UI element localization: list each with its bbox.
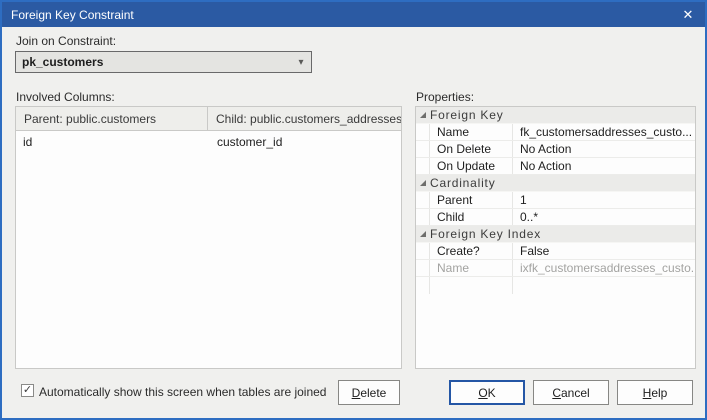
property-value[interactable]: No Action xyxy=(513,141,695,157)
property-group-foreign-key[interactable]: Foreign Key xyxy=(416,107,695,124)
join-on-constraint-label: Join on Constraint: xyxy=(16,34,116,48)
property-group-cardinality[interactable]: Cardinality xyxy=(416,175,695,192)
expander-icon[interactable] xyxy=(416,112,430,118)
parent-column-cell: id xyxy=(16,131,209,153)
property-key: On Delete xyxy=(430,141,513,157)
auto-show-checkbox[interactable]: ✓ xyxy=(21,384,34,397)
foreign-key-constraint-dialog: Foreign Key Constraint ✕ Join on Constra… xyxy=(0,0,707,420)
property-key: Create? xyxy=(430,243,513,259)
expander-icon[interactable] xyxy=(416,180,430,186)
table-row[interactable]: id customer_id xyxy=(16,131,401,153)
help-button[interactable]: Help xyxy=(617,380,693,405)
dropdown-arrow-icon: ▾ xyxy=(291,57,311,68)
check-icon: ✓ xyxy=(23,385,32,396)
group-label: Foreign Key Index xyxy=(430,227,541,241)
property-key: Name xyxy=(430,260,513,276)
property-value[interactable]: False xyxy=(513,243,695,259)
child-column-cell: customer_id xyxy=(209,131,401,153)
property-row-create[interactable]: Create? False xyxy=(416,243,695,260)
ok-button[interactable]: OK xyxy=(449,380,525,405)
constraint-combobox-value: pk_customers xyxy=(16,55,291,69)
property-row-on-update[interactable]: On Update No Action xyxy=(416,158,695,175)
property-group-foreign-key-index[interactable]: Foreign Key Index xyxy=(416,226,695,243)
properties-label: Properties: xyxy=(416,90,474,104)
cancel-button[interactable]: Cancel xyxy=(533,380,609,405)
constraint-combobox[interactable]: pk_customers ▾ xyxy=(15,51,312,73)
involved-columns-header-row: Parent: public.customers Child: public.c… xyxy=(16,107,401,131)
empty-grid-row xyxy=(416,277,695,294)
close-icon[interactable]: ✕ xyxy=(671,2,705,27)
property-key: Name xyxy=(430,124,513,140)
property-row-child[interactable]: Child 0..* xyxy=(416,209,695,226)
involved-columns-table: Parent: public.customers Child: public.c… xyxy=(15,106,402,369)
involved-columns-label: Involved Columns: xyxy=(16,90,115,104)
window-title: Foreign Key Constraint xyxy=(11,8,134,22)
property-row-index-name: Name ixfk_customersaddresses_custo... xyxy=(416,260,695,277)
auto-show-checkbox-label[interactable]: Automatically show this screen when tabl… xyxy=(39,385,326,399)
titlebar: Foreign Key Constraint ✕ xyxy=(2,2,705,27)
property-value: ixfk_customersaddresses_custo... xyxy=(513,260,695,276)
property-value[interactable]: 1 xyxy=(513,192,695,208)
property-key: Child xyxy=(430,209,513,225)
expander-icon[interactable] xyxy=(416,231,430,237)
property-value[interactable]: fk_customersaddresses_custo... xyxy=(513,124,695,140)
property-key: On Update xyxy=(430,158,513,174)
group-label: Foreign Key xyxy=(430,108,504,122)
property-row-name[interactable]: Name fk_customersaddresses_custo... xyxy=(416,124,695,141)
parent-column-header: Parent: public.customers xyxy=(16,107,208,130)
child-column-header: Child: public.customers_addresses xyxy=(208,107,401,130)
group-label: Cardinality xyxy=(430,176,496,190)
property-key: Parent xyxy=(430,192,513,208)
delete-button[interactable]: Delete xyxy=(338,380,400,405)
property-row-parent[interactable]: Parent 1 xyxy=(416,192,695,209)
property-value[interactable]: 0..* xyxy=(513,209,695,225)
properties-grid: Foreign Key Name fk_customersaddresses_c… xyxy=(415,106,696,369)
property-value[interactable]: No Action xyxy=(513,158,695,174)
property-row-on-delete[interactable]: On Delete No Action xyxy=(416,141,695,158)
